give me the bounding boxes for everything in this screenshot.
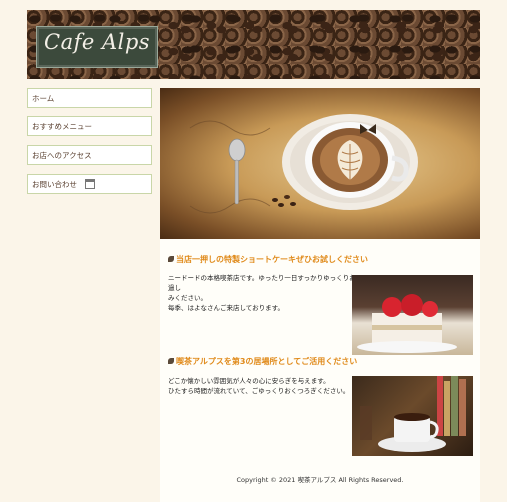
sidebar-item-label: おすすめメニュー (32, 122, 92, 131)
sidebar-item-home[interactable]: ホーム (27, 88, 152, 108)
shortcake-photo (352, 275, 473, 355)
section-text-cake: ニードードの本格喫茶店です。ゆったり一日すっかりゆっくりお過し みください。 每… (168, 274, 356, 312)
latte-illustration (189, 114, 418, 214)
section-text-third-place: どこか懐かしい雰囲気が人々の心に安らぎを与えます。 ひたすら時間が流れていて、ご… (168, 377, 350, 395)
sidebar-item-label: お店へのアクセス (32, 151, 92, 160)
section-title-third-place: 喫茶アルプスを第3の居場所としてご活用ください (168, 356, 357, 367)
footer-copyright: Copyright © 2021 喫茶アルプス All Rights Reser… (236, 476, 404, 484)
coffee-books-photo (352, 376, 473, 456)
sidebar-item-label: お問い合わせ (32, 180, 77, 189)
site-logo[interactable]: Cafe Alps (44, 30, 150, 54)
calendar-icon (85, 179, 96, 189)
sidebar-item-access[interactable]: お店へのアクセス (27, 145, 152, 165)
leaf-icon (168, 255, 174, 262)
sidebar-item-recommended-menu[interactable]: おすすめメニュー (27, 116, 152, 136)
leaf-icon (168, 357, 174, 364)
section-title-cake: 当店一押しの特製ショートケーキぜひお試しください (168, 254, 368, 265)
sidebar-item-contact[interactable]: お問い合わせ (27, 174, 152, 194)
sidebar-item-label: ホーム (32, 94, 55, 103)
hero-image (160, 88, 480, 239)
